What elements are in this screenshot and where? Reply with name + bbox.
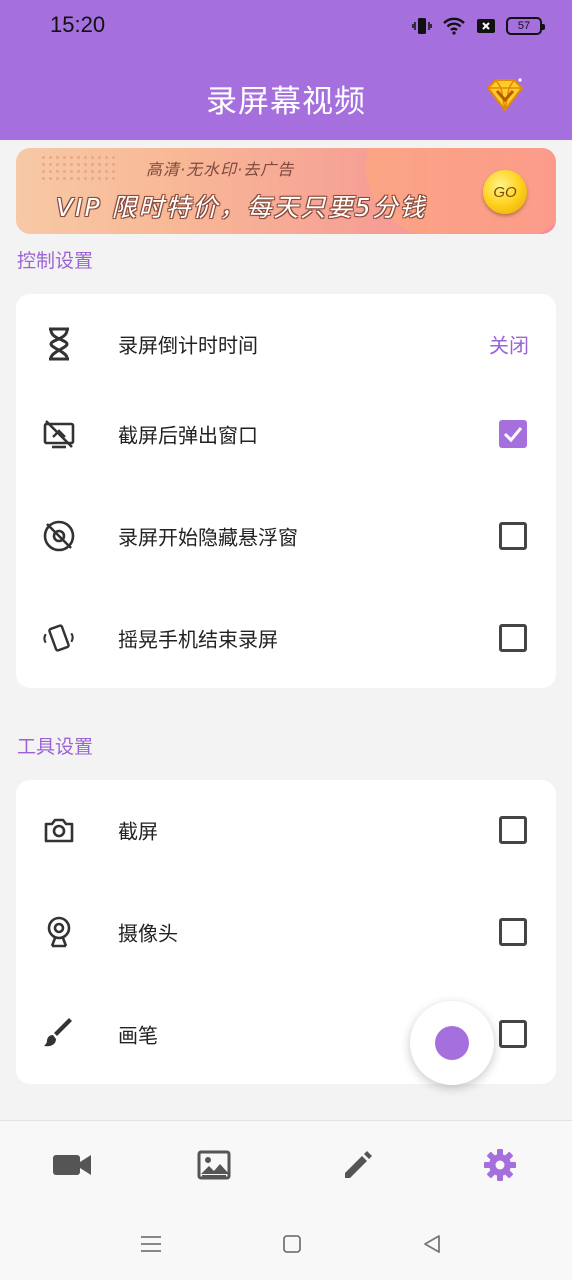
brush-checkbox[interactable] [499,1020,527,1048]
status-bar: 15:20 57 [0,0,572,52]
nav-edit[interactable] [337,1147,377,1187]
gallery-icon [197,1150,231,1184]
back-icon [422,1234,442,1258]
nav-video[interactable] [52,1147,92,1187]
popup-after-screenshot-row[interactable]: 截屏后弹出窗口 [16,384,556,484]
record-dot-icon [435,1026,469,1060]
screenshot-label: 截屏 [118,819,158,844]
hide-float-row[interactable]: 录屏开始隐藏悬浮窗 [16,486,556,586]
control-section-title: 控制设置 [17,250,94,272]
no-sim-icon [476,17,496,35]
menu-icon [140,1234,162,1258]
screenshot-row[interactable]: 截屏 [16,780,556,880]
webcam-icon [42,915,76,949]
hourglass-icon [42,327,76,361]
system-nav-bar [0,1212,572,1280]
countdown-value[interactable]: 关闭 [489,330,529,359]
popup-after-screenshot-checkbox[interactable] [499,420,527,448]
banner-subtitle: 高清·无水印·去广告 [146,160,295,179]
control-settings-card: 录屏倒计时时间 关闭 截屏后弹出窗口 录屏开始隐藏悬浮窗 摇晃手机结束录屏 [16,294,556,688]
status-icons: 57 [412,14,545,38]
menu-button[interactable] [139,1234,163,1258]
shake-end-checkbox[interactable] [499,624,527,652]
webcam-checkbox[interactable] [499,918,527,946]
hide-float-checkbox[interactable] [499,522,527,550]
floating-record-button[interactable] [410,1001,494,1085]
app-header: 15:20 57 录屏幕视频 [0,0,572,140]
countdown-label: 录屏倒计时时间 [118,333,258,358]
settings-icon [483,1148,517,1186]
nav-gallery[interactable] [194,1147,234,1187]
brush-label: 画笔 [118,1023,158,1048]
nav-settings[interactable] [480,1147,520,1187]
camera-icon [42,813,76,847]
status-time: 15:20 [50,12,106,37]
wifi-icon [442,16,466,36]
brush-icon [42,1017,76,1051]
bottom-nav [0,1120,572,1212]
tool-section-title: 工具设置 [17,736,94,758]
back-button[interactable] [420,1234,444,1258]
video-icon [52,1152,92,1182]
hide-float-icon [42,519,76,553]
screenshot-checkbox[interactable] [499,816,527,844]
countdown-row[interactable]: 录屏倒计时时间 关闭 [16,294,556,394]
battery-icon: 57 [506,17,545,35]
vip-diamond-icon[interactable] [484,76,526,116]
shake-end-row[interactable]: 摇晃手机结束录屏 [16,588,556,688]
shake-end-label: 摇晃手机结束录屏 [118,627,278,652]
webcam-label: 摄像头 [118,921,178,946]
go-button[interactable]: GO [483,170,527,214]
webcam-row[interactable]: 摄像头 [16,882,556,982]
vibrate-icon [412,16,432,36]
home-button[interactable] [280,1234,304,1258]
shake-phone-icon [42,621,76,655]
banner-headline: VIP 限时特价，每天只要5分钱 [56,193,427,222]
screenshot-off-icon [42,417,76,451]
banner-dots [40,154,116,184]
hide-float-label: 录屏开始隐藏悬浮窗 [118,525,298,550]
popup-after-screenshot-label: 截屏后弹出窗口 [118,423,258,448]
vip-promo-banner[interactable]: 高清·无水印·去广告 VIP 限时特价，每天只要5分钱 GO [16,148,556,234]
home-icon [282,1234,302,1258]
edit-icon [341,1149,373,1185]
